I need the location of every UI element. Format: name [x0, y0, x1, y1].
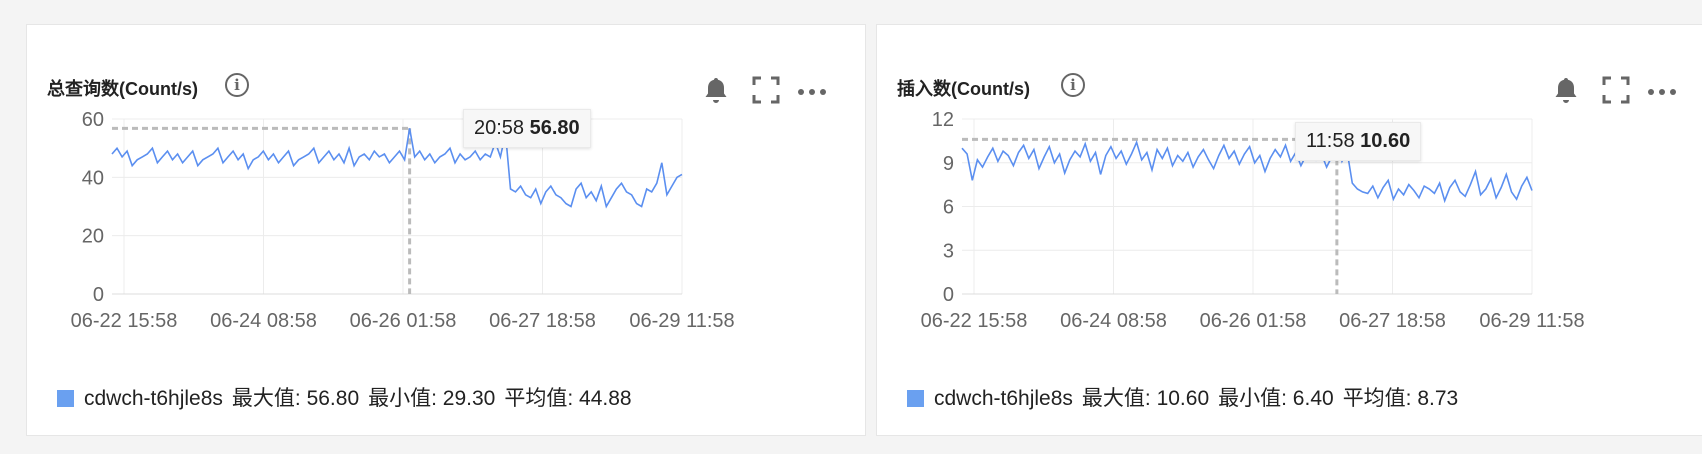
more-icon[interactable]	[1645, 73, 1679, 107]
legend-avg: 平均值: 8.73	[1342, 387, 1459, 410]
line-chart[interactable]: 0 3 6 9 12 06-22 15:58 06-24 08:58 06-26 01:58 0…	[897, 109, 1597, 354]
x-tick-label: 06-24 08:58	[210, 310, 317, 332]
chart-card-inserts: 插入数(Count/s) i 0 3 6 9 12 06-22 15:58 06-24 08…	[876, 24, 1702, 436]
bell-icon[interactable]	[1549, 73, 1583, 107]
legend-avg: 平均值: 44.88	[504, 387, 632, 410]
bell-icon[interactable]	[699, 73, 733, 107]
tooltip-time: 20:58	[474, 117, 525, 139]
tooltip-time: 11:58	[1306, 130, 1355, 152]
panel-title: 插入数(Count/s)	[897, 79, 1030, 99]
panel-title: 总查询数(Count/s)	[47, 79, 198, 99]
y-tick-label: 0	[93, 284, 104, 306]
series-line	[961, 136, 1533, 204]
info-icon[interactable]: i	[1061, 73, 1085, 97]
y-tick-label: 20	[82, 226, 104, 248]
x-tick-label: 06-24 08:58	[1060, 310, 1167, 332]
legend-series-name[interactable]: cdwch-t6hjle8s	[84, 387, 223, 410]
tooltip-value: 56.80	[529, 117, 580, 139]
chart-legend: cdwch-t6hjle8s 最大值: 10.60 最小值: 6.40 平均值: 8.…	[907, 382, 1467, 412]
x-tick-label: 06-27 18:58	[489, 310, 596, 332]
y-tick-label: 9	[943, 153, 954, 175]
chart-tooltip: 20:58 56.80	[463, 109, 591, 148]
legend-series-name[interactable]: cdwch-t6hjle8s	[934, 387, 1073, 410]
chart-tooltip: 11:58 10.60	[1295, 122, 1422, 161]
fullscreen-icon[interactable]	[749, 73, 783, 107]
tooltip-value: 10.60	[1360, 130, 1411, 152]
legend-min: 最小值: 29.30	[368, 387, 496, 410]
card-header: 总查询数(Count/s) i	[47, 69, 845, 105]
y-tick-label: 60	[82, 109, 104, 131]
chart-card-total-queries: 总查询数(Count/s) i 0 20 40 60 06-22 15:58 06-24 …	[26, 24, 866, 436]
y-tick-label: 40	[82, 167, 104, 189]
x-tick-label: 06-29 11:58	[629, 310, 734, 332]
y-tick-label: 3	[943, 240, 954, 262]
panel-toolbar	[1549, 73, 1689, 107]
info-icon[interactable]: i	[225, 73, 249, 97]
x-tick-label: 06-22 15:58	[921, 310, 1028, 332]
panel-toolbar	[699, 73, 839, 107]
x-tick-label: 06-26 01:58	[350, 310, 457, 332]
card-header: 插入数(Count/s) i	[897, 69, 1695, 105]
legend-max: 最大值: 56.80	[231, 387, 360, 410]
y-tick-label: 12	[932, 109, 954, 131]
x-tick-label: 06-22 15:58	[71, 310, 178, 332]
fullscreen-icon[interactable]	[1599, 73, 1633, 107]
legend-swatch	[907, 390, 924, 407]
x-tick-label: 06-26 01:58	[1200, 310, 1307, 332]
legend-swatch	[57, 390, 74, 407]
x-tick-label: 06-27 18:58	[1339, 310, 1446, 332]
chart-legend: cdwch-t6hjle8s 最大值: 56.80 最小值: 29.30 平均值: 4…	[57, 382, 641, 412]
series-line	[111, 128, 683, 209]
more-icon[interactable]	[795, 73, 829, 107]
line-chart[interactable]: 0 20 40 60 06-22 15:58 06-24 08:58 06-26 01:58…	[47, 109, 747, 354]
legend-max: 最大值: 10.60	[1081, 387, 1210, 410]
x-tick-label: 06-29 11:58	[1479, 310, 1584, 332]
legend-min: 最小值: 6.40	[1218, 387, 1334, 410]
y-tick-label: 0	[943, 284, 954, 306]
y-tick-label: 6	[943, 197, 954, 219]
